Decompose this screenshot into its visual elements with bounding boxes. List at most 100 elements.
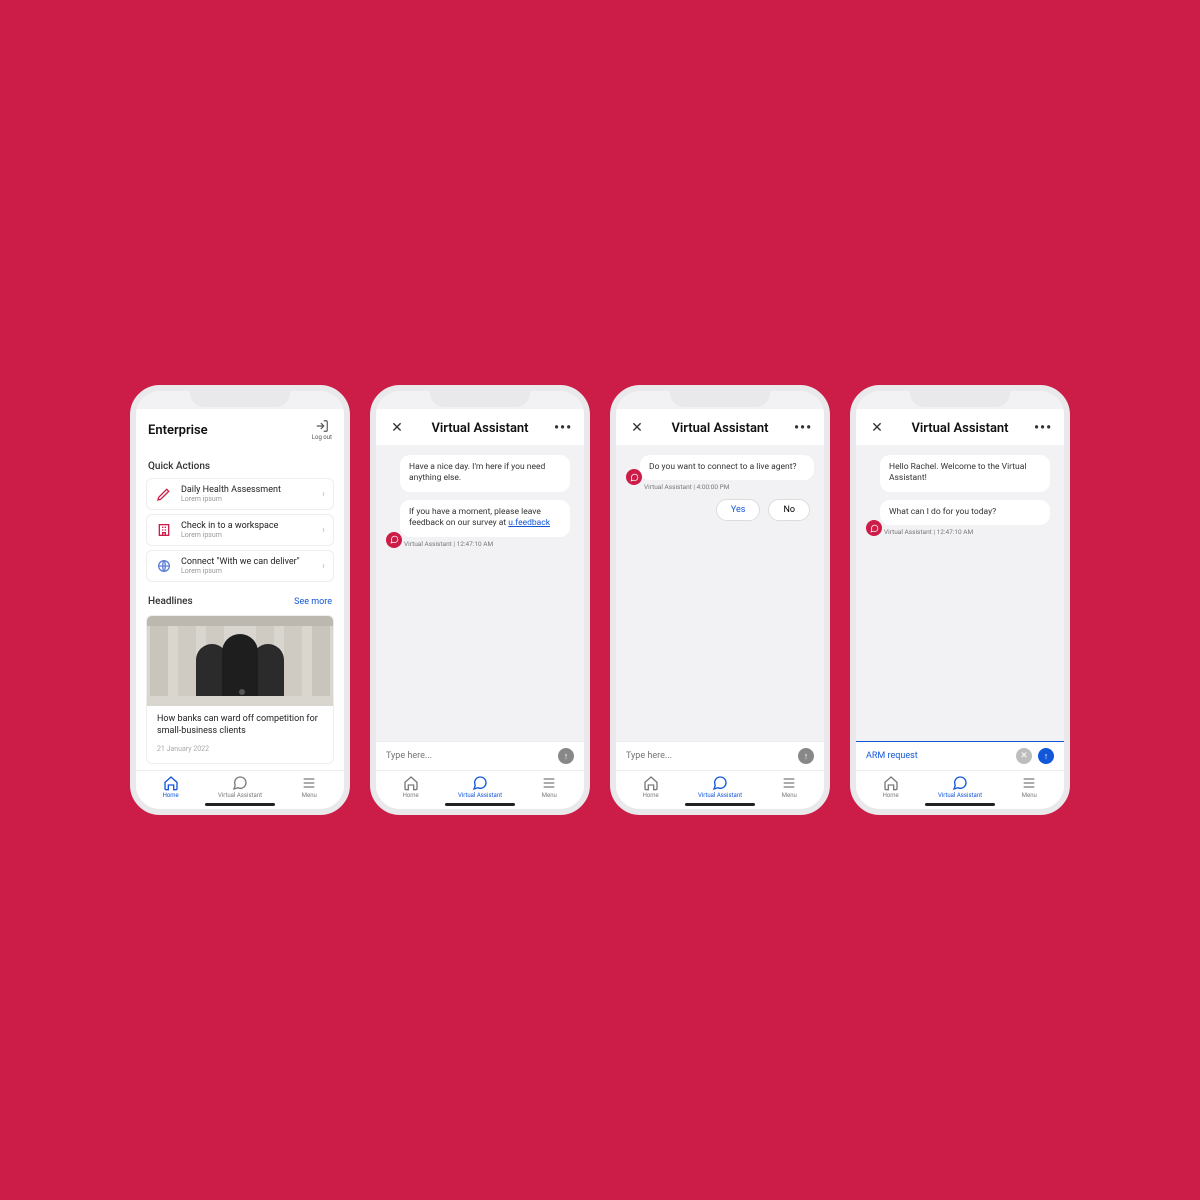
chat-input[interactable] [626,751,792,761]
headline-image [147,616,333,706]
headline-date: 21 January 2022 [157,745,323,753]
chat-message: Do you want to connect to a live agent? … [626,455,814,491]
chat-input[interactable] [386,751,552,761]
chat-bubble-icon [390,535,399,544]
notch [190,387,290,407]
tab-home[interactable]: Home [616,775,685,799]
tab-home[interactable]: Home [136,775,205,799]
chat-message: What can I do for you today? Virtual Ass… [866,500,1054,536]
home-icon [403,775,419,791]
tab-assistant[interactable]: Virtual Assistant [445,775,514,799]
screen-title: Virtual Assistant [886,421,1034,436]
chat-message: Have a nice day. I'm here if you need an… [386,455,574,492]
chat-bubble: Hello Rachel. Welcome to the Virtual Ass… [880,455,1050,492]
chat-input-bar: ✕ ↑ [856,741,1064,770]
tab-home[interactable]: Home [856,775,925,799]
yes-button[interactable]: Yes [716,499,761,521]
phone-assistant-live-agent: ✕ Virtual Assistant ••• Do you want to c… [610,385,830,815]
tab-assistant[interactable]: Virtual Assistant [205,775,274,799]
chat-input-bar: ↑ [376,741,584,770]
qa-item-connect[interactable]: Connect "With we can deliver" Lorem ipsu… [146,550,334,582]
tab-menu[interactable]: Menu [755,775,824,799]
tab-assistant[interactable]: Virtual Assistant [685,775,754,799]
qa-item-sub: Lorem ipsum [181,567,314,575]
clear-button[interactable]: ✕ [1016,748,1032,764]
menu-icon [1021,775,1037,791]
headline-title: How banks can ward off competition for s… [157,714,323,737]
phone-enterprise: Enterprise Log out Quick Actions Daily H… [130,385,350,815]
tab-assistant[interactable]: Virtual Assistant [925,775,994,799]
close-button[interactable]: ✕ [388,419,406,437]
home-icon [643,775,659,791]
chat-bubble-icon [870,524,879,533]
menu-icon [301,775,317,791]
chat-icon [472,775,488,791]
tab-menu[interactable]: Menu [515,775,584,799]
headline-card[interactable]: How banks can ward off competition for s… [146,615,334,764]
qa-item-title: Check in to a workspace [181,521,314,531]
survey-link[interactable]: u.feedback [508,518,550,528]
phone-assistant-feedback: ✕ Virtual Assistant ••• Have a nice day.… [370,385,590,815]
globe-icon [155,557,173,575]
menu-icon [541,775,557,791]
quick-actions-label: Quick Actions [136,449,344,478]
chat-icon [712,775,728,791]
qa-item-health[interactable]: Daily Health Assessment Lorem ipsum › [146,478,334,510]
home-indicator [205,803,275,806]
building-icon [155,521,173,539]
notch [670,387,770,407]
menu-icon [781,775,797,791]
send-button[interactable]: ↑ [1038,748,1054,764]
tab-bar: Home Virtual Assistant Menu [856,770,1064,801]
assistant-avatar [866,520,882,536]
chat-area: Do you want to connect to a live agent? … [616,445,824,741]
qa-item-title: Connect "With we can deliver" [181,557,314,567]
chevron-right-icon: › [322,489,325,500]
message-meta: Virtual Assistant | 4:00:00 PM [644,483,814,491]
chevron-right-icon: › [322,561,325,572]
screen-title: Virtual Assistant [406,421,554,436]
logout-button[interactable]: Log out [312,419,332,441]
logout-label: Log out [312,434,332,441]
logout-icon [315,419,329,433]
qa-item-title: Daily Health Assessment [181,485,314,495]
notch [910,387,1010,407]
send-button[interactable]: ↑ [798,748,814,764]
phone-assistant-welcome: ✕ Virtual Assistant ••• Hello Rachel. We… [850,385,1070,815]
chat-bubble: What can I do for you today? [880,500,1050,525]
chevron-right-icon: › [322,525,325,536]
tab-home[interactable]: Home [376,775,445,799]
chat-area: Hello Rachel. Welcome to the Virtual Ass… [856,445,1064,741]
see-more-link[interactable]: See more [294,597,332,607]
tab-bar: Home Virtual Assistant Menu [616,770,824,801]
message-meta: Virtual Assistant | 12:47:10 AM [404,540,574,548]
home-indicator [685,803,755,806]
home-icon [163,775,179,791]
more-button[interactable]: ••• [1034,420,1052,436]
close-button[interactable]: ✕ [868,419,886,437]
home-indicator [445,803,515,806]
chat-bubble: Do you want to connect to a live agent? [640,455,814,480]
close-button[interactable]: ✕ [628,419,646,437]
chat-input[interactable] [866,751,1010,761]
no-button[interactable]: No [768,499,810,521]
header: Enterprise Log out [136,409,344,449]
more-button[interactable]: ••• [554,420,572,436]
tab-menu[interactable]: Menu [995,775,1064,799]
assistant-avatar [626,469,642,485]
chat-input-bar: ↑ [616,741,824,770]
app-title: Enterprise [148,423,312,438]
tab-bar: Home Virtual Assistant Menu [376,770,584,801]
assistant-avatar [386,532,402,548]
more-button[interactable]: ••• [794,420,812,436]
home-indicator [925,803,995,806]
send-button[interactable]: ↑ [558,748,574,764]
chat-area: Have a nice day. I'm here if you need an… [376,445,584,741]
message-meta: Virtual Assistant | 12:47:10 AM [884,528,1054,536]
chat-bubble: If you have a moment, please leave feedb… [400,500,570,537]
chat-icon [232,775,248,791]
tab-menu[interactable]: Menu [275,775,344,799]
chat-bubble: Have a nice day. I'm here if you need an… [400,455,570,492]
chat-icon [952,775,968,791]
qa-item-workspace[interactable]: Check in to a workspace Lorem ipsum › [146,514,334,546]
